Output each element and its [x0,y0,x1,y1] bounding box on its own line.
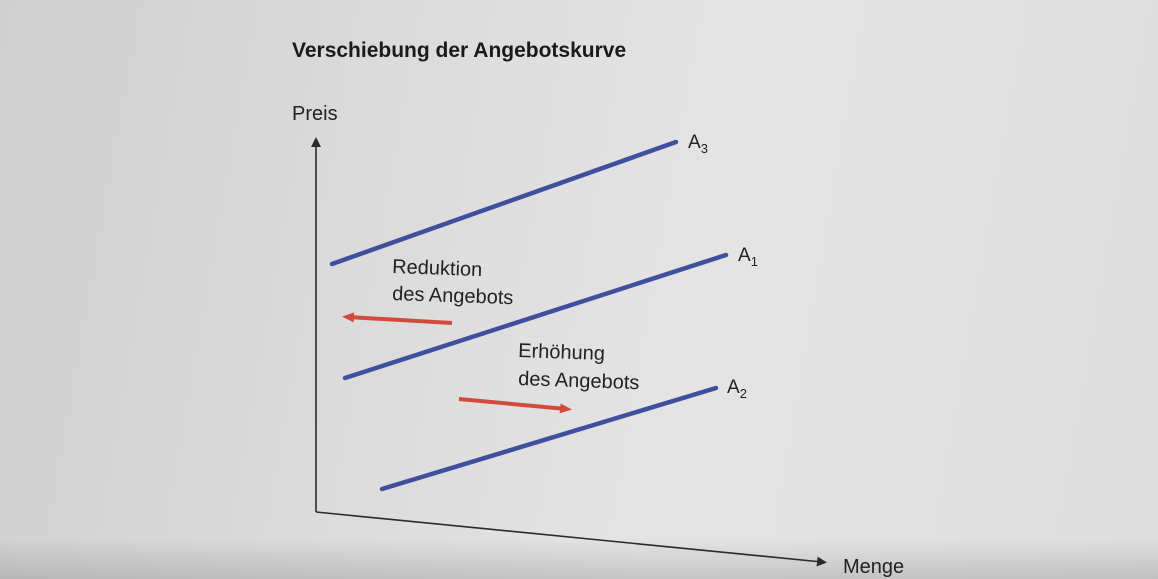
curve-a3-label: A3 [688,132,708,156]
increase-label-line1: Erhöhung [518,340,605,365]
curve-a2 [379,385,719,492]
supply-shift-diagram: Verschiebung der Angebotskurve Preis Men… [292,39,904,578]
diagram-title: Verschiebung der Angebotskurve [292,39,626,62]
curve-a3 [329,139,679,267]
curve-a1-label: A1 [738,245,758,269]
reduction-label-line2: des Angebots [392,283,514,309]
y-axis-label: Preis [292,103,338,125]
increase-arrow [458,397,572,414]
curve-a2-label: A2 [727,377,747,401]
x-axis-label: Menge [843,556,904,578]
reduction-label-line1: Reduktion [392,256,483,281]
increase-label-line2: des Angebots [518,368,640,394]
reduction-arrow [342,312,453,325]
x-axis [315,511,827,567]
